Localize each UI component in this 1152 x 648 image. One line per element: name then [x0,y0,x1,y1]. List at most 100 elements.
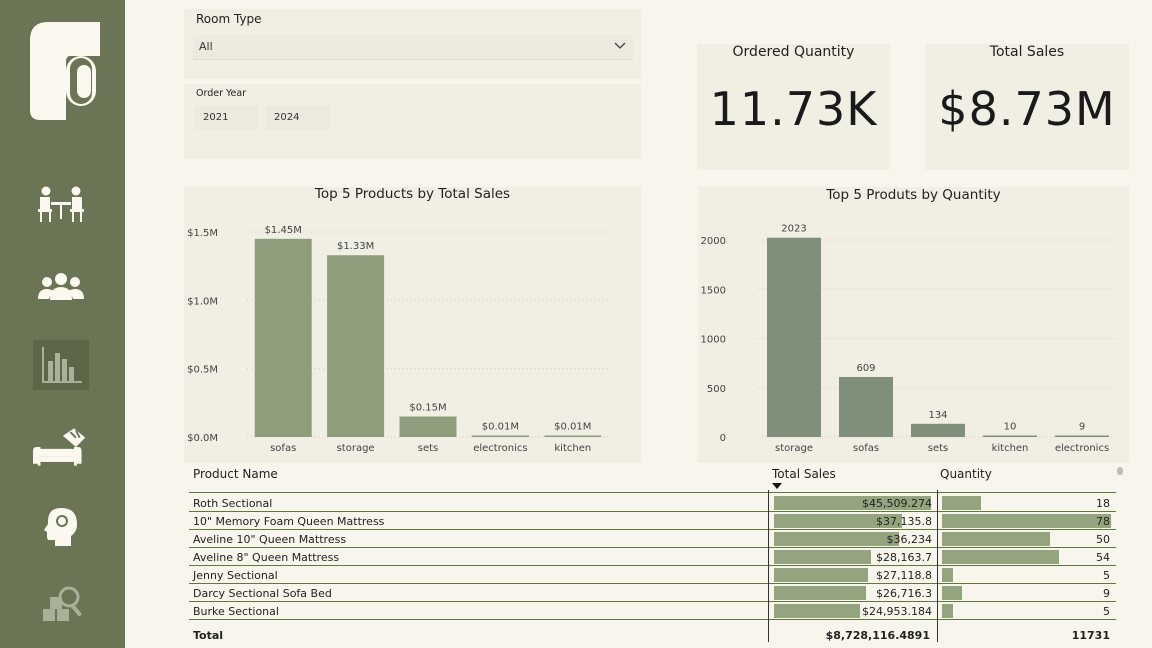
y-tick-label: 2000 [701,236,726,247]
table-row[interactable]: Burke Sectional $24,953.184 5 [189,602,1116,620]
ordered-quantity-card: Ordered Quantity 11.73K [697,44,890,170]
quantity-chart-panel: Top 5 Produts by Quantity 0 500 1000 1500 20… [698,187,1129,463]
total-sales-cell: $26,716.3 [876,587,932,600]
bar-chart-icon[interactable] [33,340,89,390]
room-type-dropdown[interactable]: All [193,35,633,60]
kpi-value: $8.73M [938,82,1116,136]
product-name-cell: Jenny Sectional [193,569,278,582]
table-row[interactable]: Aveline 8" Queen Mattress $28,163.7 54 [189,548,1116,566]
column-divider [937,490,938,642]
total-sales-cell: $37,135.8 [876,515,932,528]
total-sales-cell: $28,163.7 [876,551,932,564]
header-total-sales[interactable]: Total Sales [772,467,836,481]
product-name-cell: Roth Sectional [193,497,273,510]
quantity-cell: 5 [1103,569,1110,582]
sort-desc-icon[interactable] [772,483,782,490]
x-tick-label: electronics [473,443,527,454]
kpi-title: Ordered Quantity [732,44,855,60]
bar-kitchen [983,435,1037,437]
products-table: Product Name Total Sales Quantity Roth S… [188,462,1123,644]
x-tick-label: kitchen [992,443,1029,454]
y-tick-label: $0.5M [187,365,218,376]
x-tick-label: sets [928,443,949,454]
total-sales-cell: $36,234 [886,533,933,546]
room-type-value: All [199,40,213,53]
x-tick-label: storage [337,443,375,454]
table-row[interactable]: 10" Memory Foam Queen Mattress $37,135.8 7… [189,512,1116,530]
bar-electronics [1055,435,1109,437]
product-name-cell: Darcy Sectional Sofa Bed [193,587,332,600]
people-icon[interactable] [33,262,89,312]
idea-head-icon[interactable] [33,502,89,552]
total-row: Total $8,728,116.4891 11731 [188,626,1115,644]
header-quantity[interactable]: Quantity [940,467,992,481]
bar-storage [327,255,385,437]
sofa-icon[interactable] [33,422,89,472]
data-label: $0.01M [482,422,519,433]
column-divider [768,490,769,642]
year-from-input[interactable]: 2021 [195,106,259,130]
kpi-value: 11.73K [709,82,878,136]
data-label: 2023 [781,224,806,235]
quantity-cell: 9 [1103,587,1110,600]
product-name-cell: Burke Sectional [193,605,279,618]
bar-sofas [254,238,312,437]
x-tick-label: sets [418,443,439,454]
header-product-name[interactable]: Product Name [193,467,278,481]
order-year-label: Order Year [196,88,247,99]
sales-bar-chart: $0.0M $0.5M $1.0M $1.5M $1.45M sofas $1.33M sto… [187,225,609,454]
total-label: Total [193,629,224,642]
total-quantity-value: 11731 [1071,629,1110,642]
bar-storage [767,237,821,437]
x-tick-label: electronics [1055,443,1109,454]
bar-electronics [471,435,529,437]
data-label: $0.01M [554,422,591,433]
chevron-down-icon [614,42,626,49]
total-sales-cell: $24,953.184 [862,605,932,618]
scrollbar-thumb[interactable] [1117,467,1123,475]
table-row[interactable]: Jenny Sectional $27,118.8 5 [189,566,1116,584]
data-label: 609 [856,363,875,374]
quantity-cell: 18 [1096,497,1110,510]
data-label: 134 [928,410,947,421]
sidebar [0,0,125,648]
table-row[interactable]: Aveline 10" Queen Mattress $36,234 50 [189,530,1116,548]
room-type-label: Room Type [196,12,262,26]
total-sales-cell: $27,118.8 [876,569,932,582]
meeting-icon[interactable] [33,180,89,230]
product-name-cell: Aveline 8" Queen Mattress [193,551,340,564]
x-tick-label: sofas [853,443,879,454]
x-tick-label: storage [775,443,813,454]
y-tick-label: $0.0M [187,433,218,444]
data-label: $0.15M [409,403,446,414]
data-label: $1.33M [337,241,374,252]
x-tick-label: sofas [270,443,296,454]
data-label: $1.45M [265,225,302,236]
y-tick-label: 500 [707,384,726,395]
sales-chart-panel: Top 5 Products by Total Sales $0.0M $0.5M… [184,186,641,463]
y-tick-label: 1000 [701,335,726,346]
total-sales-value: $8,728,116.4891 [825,629,930,642]
product-name-cell: Aveline 10" Queen Mattress [193,533,347,546]
data-label: 9 [1079,422,1085,433]
brand-logo-icon [30,20,102,126]
bar-kitchen [544,435,602,437]
total-sales-card: Total Sales $8.73M [925,44,1129,170]
analysis-icon[interactable] [33,578,89,628]
y-tick-label: 0 [720,433,726,444]
year-to-input[interactable]: 2024 [266,106,330,130]
quantity-bar-chart: 0 500 1000 1500 2000 2023 storage 609 sofas 134 se… [701,224,1118,454]
y-tick-label: $1.5M [187,228,218,239]
quantity-cell: 54 [1096,551,1110,564]
total-sales-cell: $45,509.274 [862,497,932,510]
header-divider [189,492,1116,493]
y-tick-label: $1.0M [187,296,218,307]
table-row[interactable]: Darcy Sectional Sofa Bed $26,716.3 9 [189,584,1116,602]
bar-sofas [839,377,893,437]
quantity-cell: 50 [1096,533,1110,546]
product-name-cell: 10" Memory Foam Queen Mattress [193,515,385,528]
quantity-cell: 78 [1096,515,1110,528]
table-row[interactable]: Roth Sectional $45,509.274 18 [189,494,1116,512]
bar-sets [399,416,457,437]
kpi-title: Total Sales [989,44,1065,60]
